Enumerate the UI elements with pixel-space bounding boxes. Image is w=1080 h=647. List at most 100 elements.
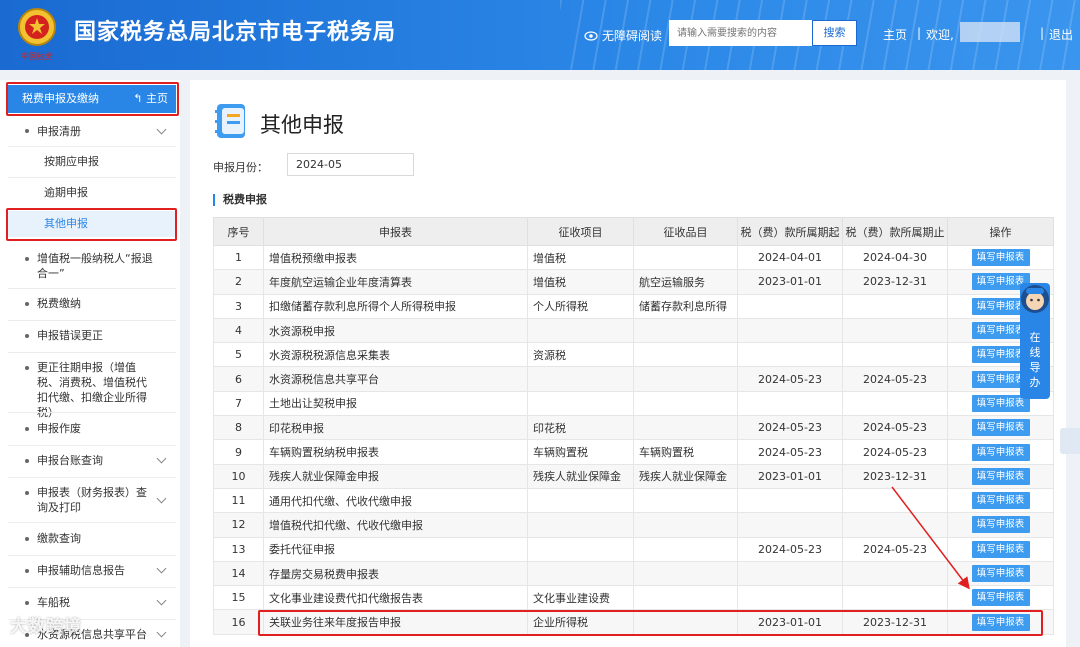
levy-category	[633, 342, 738, 368]
levy-item: 车辆购置税	[527, 439, 634, 465]
form-name: 土地出让契税申报	[263, 390, 528, 417]
form-name: 年度航空运输企业年度清算表	[263, 269, 528, 295]
row-number: 5	[213, 342, 264, 368]
sidebar-item-label: 更正往期申报（增值税、消费税、增值税代扣代缴、扣缴企业所得税）	[37, 361, 147, 419]
form-name: 扣缴储蓄存款利息所得个人所得税申报	[263, 293, 528, 319]
sidebar: 税费申报及缴纳 ↰ 主页 申报清册 按期应申报 逾期申报 其他申报 增值税一般纳…	[0, 80, 180, 647]
sidebar-item-periodic-declaration[interactable]: 按期应申报	[8, 150, 176, 174]
welcome-text: 欢迎,	[926, 28, 954, 42]
home-link[interactable]: 主页	[883, 26, 907, 43]
form-name: 水资源税税源信息采集表	[263, 342, 528, 368]
fill-form-button[interactable]: 填写申报表	[971, 249, 1030, 267]
period-end	[842, 390, 948, 417]
accessibility-link[interactable]: 无障碍阅读	[584, 27, 662, 44]
sidebar-item-payment-query[interactable]: 缴款查询	[0, 531, 180, 551]
sidebar-item-label: 车船税	[37, 596, 70, 609]
form-name: 车辆购置税纳税申报表	[263, 439, 528, 465]
levy-category: 残疾人就业保障金	[633, 463, 738, 489]
month-field[interactable]: 2024-05	[287, 153, 414, 176]
row-number: 3	[213, 293, 264, 319]
divider	[8, 445, 176, 446]
sidebar-item-declaration-list[interactable]: 申报清册	[0, 122, 180, 148]
tax-emblem-icon: 中国税务	[18, 8, 56, 61]
table-row: 4 水资源税申报 填写申报表	[213, 317, 1054, 344]
period-start	[737, 512, 843, 538]
sidebar-item-label: 申报作废	[37, 422, 81, 435]
fill-form-button[interactable]: 填写申报表	[971, 492, 1030, 510]
table-row: 9 车辆购置税纳税申报表 车辆购置税 车辆购置税 2024-05-23 2024-05-2…	[213, 439, 1054, 465]
column-header: 申报表	[263, 217, 528, 246]
table-row: 7 土地出让契税申报 填写申报表	[213, 390, 1054, 417]
levy-item: 文化事业建设费	[527, 585, 634, 611]
period-start	[737, 560, 843, 587]
levy-category	[633, 390, 738, 417]
period-end	[842, 342, 948, 368]
period-end: 2024-05-23	[842, 415, 948, 441]
form-name: 委托代征申报	[263, 536, 528, 562]
levy-category	[633, 487, 738, 514]
fill-form-button[interactable]: 填写申报表	[971, 443, 1030, 461]
highlight-box	[6, 208, 177, 241]
row-number: 8	[213, 415, 264, 441]
sidebar-item-error-correction[interactable]: 申报错误更正	[0, 328, 180, 348]
sidebar-item-overdue-declaration[interactable]: 逾期申报	[8, 181, 176, 205]
online-help-label: 在线导办	[1029, 331, 1041, 389]
levy-item	[527, 512, 634, 538]
sidebar-item-label: 申报错误更正	[37, 329, 103, 342]
sidebar-item-label: 税费缴纳	[37, 297, 81, 310]
table-row: 5 水资源税税源信息采集表 资源税 填写申报表	[213, 342, 1054, 368]
person-icon[interactable]	[1060, 428, 1080, 454]
row-number: 13	[213, 536, 264, 562]
divider	[8, 288, 176, 289]
search-button[interactable]: 搜索	[812, 20, 857, 46]
levy-item: 残疾人就业保障金	[527, 463, 634, 489]
month-label: 申报月份：	[213, 161, 268, 174]
sidebar-item-report-print[interactable]: 申报表（财务报表）查询及打印	[0, 485, 180, 519]
search-input[interactable]	[669, 20, 812, 46]
levy-category: 车辆购置税	[633, 439, 738, 465]
sidebar-item-label: 缴款查询	[37, 532, 81, 545]
column-header: 序号	[213, 217, 264, 246]
sidebar-item-label: 申报清册	[37, 125, 81, 138]
levy-item	[527, 536, 634, 562]
period-start: 2024-05-23	[737, 366, 843, 392]
fill-form-button[interactable]: 填写申报表	[971, 565, 1030, 582]
sidebar-item-vat-refund[interactable]: 增值税一般纳税人“报退合一”	[0, 251, 180, 287]
row-number: 16	[213, 609, 264, 635]
sidebar-item-label: 申报台账查询	[37, 454, 103, 467]
row-number: 7	[213, 390, 264, 417]
column-header: 征收项目	[527, 217, 634, 246]
chevron-down-icon	[156, 563, 167, 574]
nav-separator: |	[917, 26, 922, 40]
divider	[8, 555, 176, 556]
fill-form-button[interactable]: 填写申报表	[971, 419, 1030, 437]
row-number: 2	[213, 269, 264, 295]
levy-item	[527, 390, 634, 417]
sidebar-item-auxiliary-report[interactable]: 申报辅助信息报告	[0, 563, 180, 583]
period-end: 2024-05-23	[842, 439, 948, 465]
sidebar-item-void-declaration[interactable]: 申报作废	[0, 421, 180, 441]
logout-link[interactable]: 退出	[1049, 26, 1073, 43]
fill-form-button[interactable]: 填写申报表	[971, 467, 1030, 485]
site-title: 国家税务总局北京市电子税务局	[74, 20, 397, 45]
bullet-icon	[25, 601, 29, 605]
assistant-avatar-icon	[1021, 285, 1049, 313]
fill-form-button[interactable]: 填写申报表	[971, 589, 1030, 607]
period-start: 2024-05-23	[737, 439, 843, 465]
period-start	[737, 317, 843, 344]
sidebar-item-past-correction[interactable]: 更正往期申报（增值税、消费税、增值税代扣代缴、扣缴企业所得税）	[0, 360, 180, 419]
sidebar-item-ledger-query[interactable]: 申报台账查询	[0, 453, 180, 473]
levy-item	[527, 487, 634, 514]
bullet-icon	[25, 569, 29, 573]
chevron-down-icon	[156, 453, 167, 464]
sidebar-item-tax-payment[interactable]: 税费缴纳	[0, 296, 180, 316]
fill-form-button[interactable]: 填写申报表	[971, 540, 1030, 558]
highlight-box	[258, 610, 1043, 636]
column-header: 征收品目	[633, 217, 738, 246]
section-title: 税费申报	[213, 194, 267, 206]
table-header-row: 序号 申报表 征收项目 征收品目 税（费）款所属期起 税（费）款所属期止 操作	[213, 217, 1054, 246]
period-start: 2024-05-23	[737, 536, 843, 562]
eye-icon	[584, 30, 598, 41]
fill-form-button[interactable]: 填写申报表	[971, 516, 1030, 534]
levy-item: 增值税	[527, 269, 634, 295]
